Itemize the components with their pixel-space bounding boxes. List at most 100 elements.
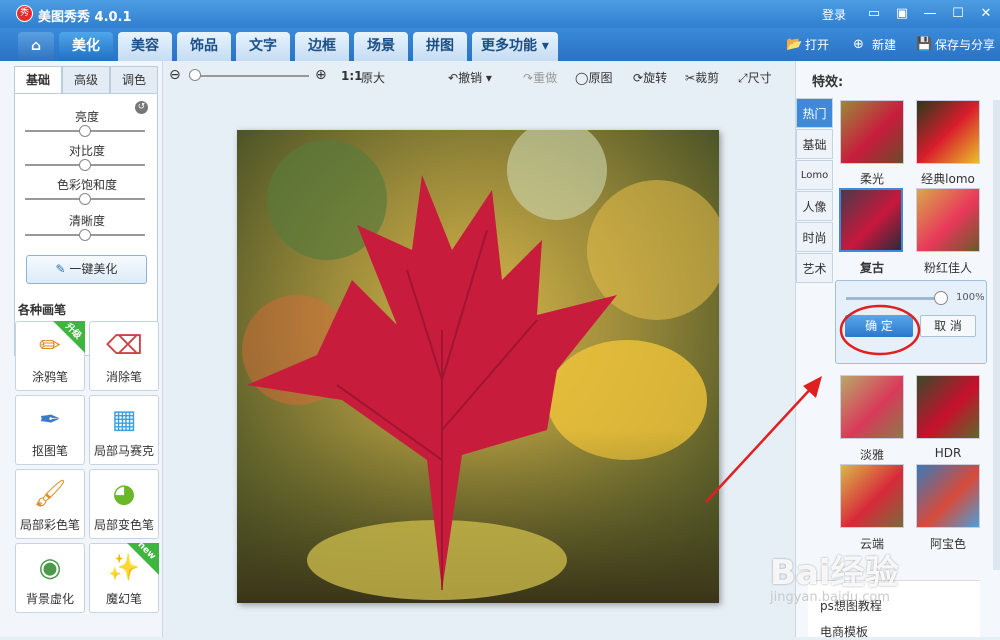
sharpness-label: 清晰度 bbox=[68, 214, 105, 228]
brush-local-color[interactable]: 🖌 局部彩色笔 bbox=[15, 469, 85, 539]
original-size-label[interactable]: 原大 bbox=[361, 69, 385, 86]
effect-thumb-cloud[interactable] bbox=[840, 464, 904, 528]
tab-accessories[interactable]: 饰品 bbox=[177, 32, 231, 61]
edit-toolbar: ⊖ ⊕ 1:1 原大 ↶撤销 ▾ ↷重做 ◯原图 ⟳旋转 ✂裁剪 ⤢尺寸 bbox=[163, 61, 795, 95]
brush-eraser[interactable]: ⌫ 消除笔 bbox=[89, 321, 159, 391]
category-hot[interactable]: 热门 bbox=[796, 98, 833, 128]
effect-label-classic-lomo: 经典lomo bbox=[921, 172, 975, 186]
strength-value: 100% bbox=[956, 292, 985, 303]
tab-text[interactable]: 文字 bbox=[236, 32, 290, 61]
highlight-circle bbox=[839, 304, 921, 356]
paint-brush-icon: 🖌 bbox=[33, 479, 67, 509]
effect-label-pink-lady: 粉红佳人 bbox=[923, 261, 972, 275]
one-key-beautify-button[interactable]: ✎ 一键美化 bbox=[26, 255, 147, 284]
close-icon[interactable]: ✕ bbox=[972, 4, 1000, 24]
feedback-icon[interactable]: ▭ bbox=[860, 4, 888, 24]
tab-color[interactable]: 调色 bbox=[110, 66, 158, 93]
effect-thumb-elegant[interactable] bbox=[840, 375, 904, 439]
cutout-pen-icon: ✒ bbox=[39, 405, 61, 435]
brush-local-recolor[interactable]: ◕ 局部变色笔 bbox=[89, 469, 159, 539]
scissors-icon: ✂ bbox=[685, 71, 696, 85]
minimize-icon[interactable]: — bbox=[916, 4, 944, 24]
tab-collage[interactable]: 拼图 bbox=[413, 32, 467, 61]
category-basic[interactable]: 基础 bbox=[796, 129, 833, 159]
effect-label-retro: 复古 bbox=[859, 261, 884, 275]
effect-thumb-abao[interactable] bbox=[916, 464, 980, 528]
skin-icon[interactable]: ▣ bbox=[888, 4, 916, 24]
rotate-icon: ⟳ bbox=[633, 71, 644, 85]
category-fashion[interactable]: 时尚 bbox=[796, 222, 833, 252]
edited-photo[interactable] bbox=[237, 130, 719, 603]
maple-leaf-photo bbox=[237, 130, 719, 603]
main-tab-bar: ⌂ 美化 美容 饰品 文字 边框 场景 拼图 更多功能 ▾ 📂 打开 ⊕ 新建 💾 保… bbox=[0, 28, 1000, 61]
tab-more[interactable]: 更多功能 ▾ bbox=[472, 32, 558, 61]
strength-slider[interactable] bbox=[846, 297, 946, 300]
contrast-knob[interactable] bbox=[79, 159, 91, 171]
magic-wand-icon: ✎ bbox=[55, 262, 70, 276]
brush-magic[interactable]: ✨ 魔幻笔 new bbox=[89, 540, 159, 613]
rotate-button[interactable]: ⟳旋转 bbox=[633, 69, 667, 86]
brush-cutout[interactable]: ✒ 抠图笔 bbox=[15, 395, 85, 465]
effect-label-abao: 阿宝色 bbox=[929, 537, 966, 551]
effects-scrollbar[interactable] bbox=[993, 100, 1000, 570]
category-art[interactable]: 艺术 bbox=[796, 253, 833, 283]
brightness-knob[interactable] bbox=[79, 125, 91, 137]
tab-beauty[interactable]: 美容 bbox=[118, 32, 172, 61]
zoom-knob[interactable] bbox=[189, 69, 201, 81]
saturation-label: 色彩饱和度 bbox=[56, 178, 117, 192]
save-icon: 💾 bbox=[916, 36, 933, 52]
saturation-knob[interactable] bbox=[79, 193, 91, 205]
effect-thumb-retro[interactable] bbox=[839, 188, 903, 252]
tab-advanced[interactable]: 高级 bbox=[62, 66, 110, 93]
blur-icon: ◉ bbox=[38, 553, 62, 583]
new-button[interactable]: ⊕ 新建 bbox=[853, 36, 896, 53]
save-share-button[interactable]: 💾 保存与分享 bbox=[916, 36, 995, 53]
sharpness-knob[interactable] bbox=[79, 229, 91, 241]
effect-thumb-classic-lomo[interactable] bbox=[916, 100, 980, 164]
zoom-ratio[interactable]: 1:1 bbox=[341, 69, 363, 83]
brush-doodle[interactable]: ✏ 涂鸦笔 升级 bbox=[15, 321, 85, 391]
effect-thumb-pink-lady[interactable] bbox=[916, 188, 980, 252]
maximize-icon[interactable]: ☐ bbox=[944, 4, 972, 24]
crop-button[interactable]: ✂裁剪 bbox=[685, 69, 719, 86]
brush-mosaic[interactable]: ▦ 局部马赛克 bbox=[89, 395, 159, 465]
cancel-button[interactable]: 取 消 bbox=[920, 315, 976, 337]
link-ecommerce-template[interactable]: 电商模板 bbox=[820, 623, 868, 640]
original-icon: ◯ bbox=[575, 71, 589, 85]
zoom-slider[interactable] bbox=[189, 75, 309, 77]
app-title: 美图秀秀 4.0.1 bbox=[38, 10, 132, 25]
brushes-title: 各种画笔 bbox=[18, 303, 67, 317]
zoom-out-icon[interactable]: ⊖ bbox=[169, 67, 181, 83]
annotation-arrow bbox=[705, 376, 822, 503]
tab-scene[interactable]: 场景 bbox=[354, 32, 408, 61]
brush-background-blur[interactable]: ◉ 背景虚化 bbox=[15, 543, 85, 613]
open-button[interactable]: 📂 打开 bbox=[786, 36, 829, 53]
paint-bucket-icon: ◕ bbox=[112, 479, 136, 509]
eraser-icon: ⌫ bbox=[106, 331, 143, 361]
undo-icon: ↶ bbox=[448, 71, 459, 85]
redo-button[interactable]: ↷重做 bbox=[523, 69, 557, 86]
effect-label-hdr: HDR bbox=[934, 446, 962, 460]
zoom-in-icon[interactable]: ⊕ bbox=[315, 67, 327, 83]
effect-label-soft-light: 柔光 bbox=[859, 172, 884, 186]
redo-icon: ↷ bbox=[523, 71, 534, 85]
category-portrait[interactable]: 人像 bbox=[796, 191, 833, 221]
tab-beautify[interactable]: 美化 bbox=[59, 32, 113, 61]
strength-knob[interactable] bbox=[934, 291, 948, 305]
app-logo: 秀 bbox=[16, 5, 33, 22]
resize-button[interactable]: ⤢尺寸 bbox=[738, 69, 772, 86]
resize-icon: ⤢ bbox=[738, 71, 748, 85]
tab-frame[interactable]: 边框 bbox=[295, 32, 349, 61]
effect-thumb-hdr[interactable] bbox=[916, 375, 980, 439]
undo-button[interactable]: ↶撤销 ▾ bbox=[448, 69, 492, 86]
effects-title: 特效: bbox=[812, 75, 844, 90]
category-lomo[interactable]: Lomo bbox=[796, 160, 833, 190]
contrast-label: 对比度 bbox=[68, 144, 105, 158]
plus-icon: ⊕ bbox=[853, 36, 864, 52]
tab-basic[interactable]: 基础 bbox=[14, 66, 62, 93]
original-image-button[interactable]: ◯原图 bbox=[575, 69, 612, 86]
adjust-tabs: 基础 高级 调色 bbox=[14, 66, 158, 93]
home-tab[interactable]: ⌂ bbox=[18, 32, 54, 61]
login-link[interactable]: 登录 bbox=[822, 6, 846, 23]
effect-thumb-soft-light[interactable] bbox=[840, 100, 904, 164]
